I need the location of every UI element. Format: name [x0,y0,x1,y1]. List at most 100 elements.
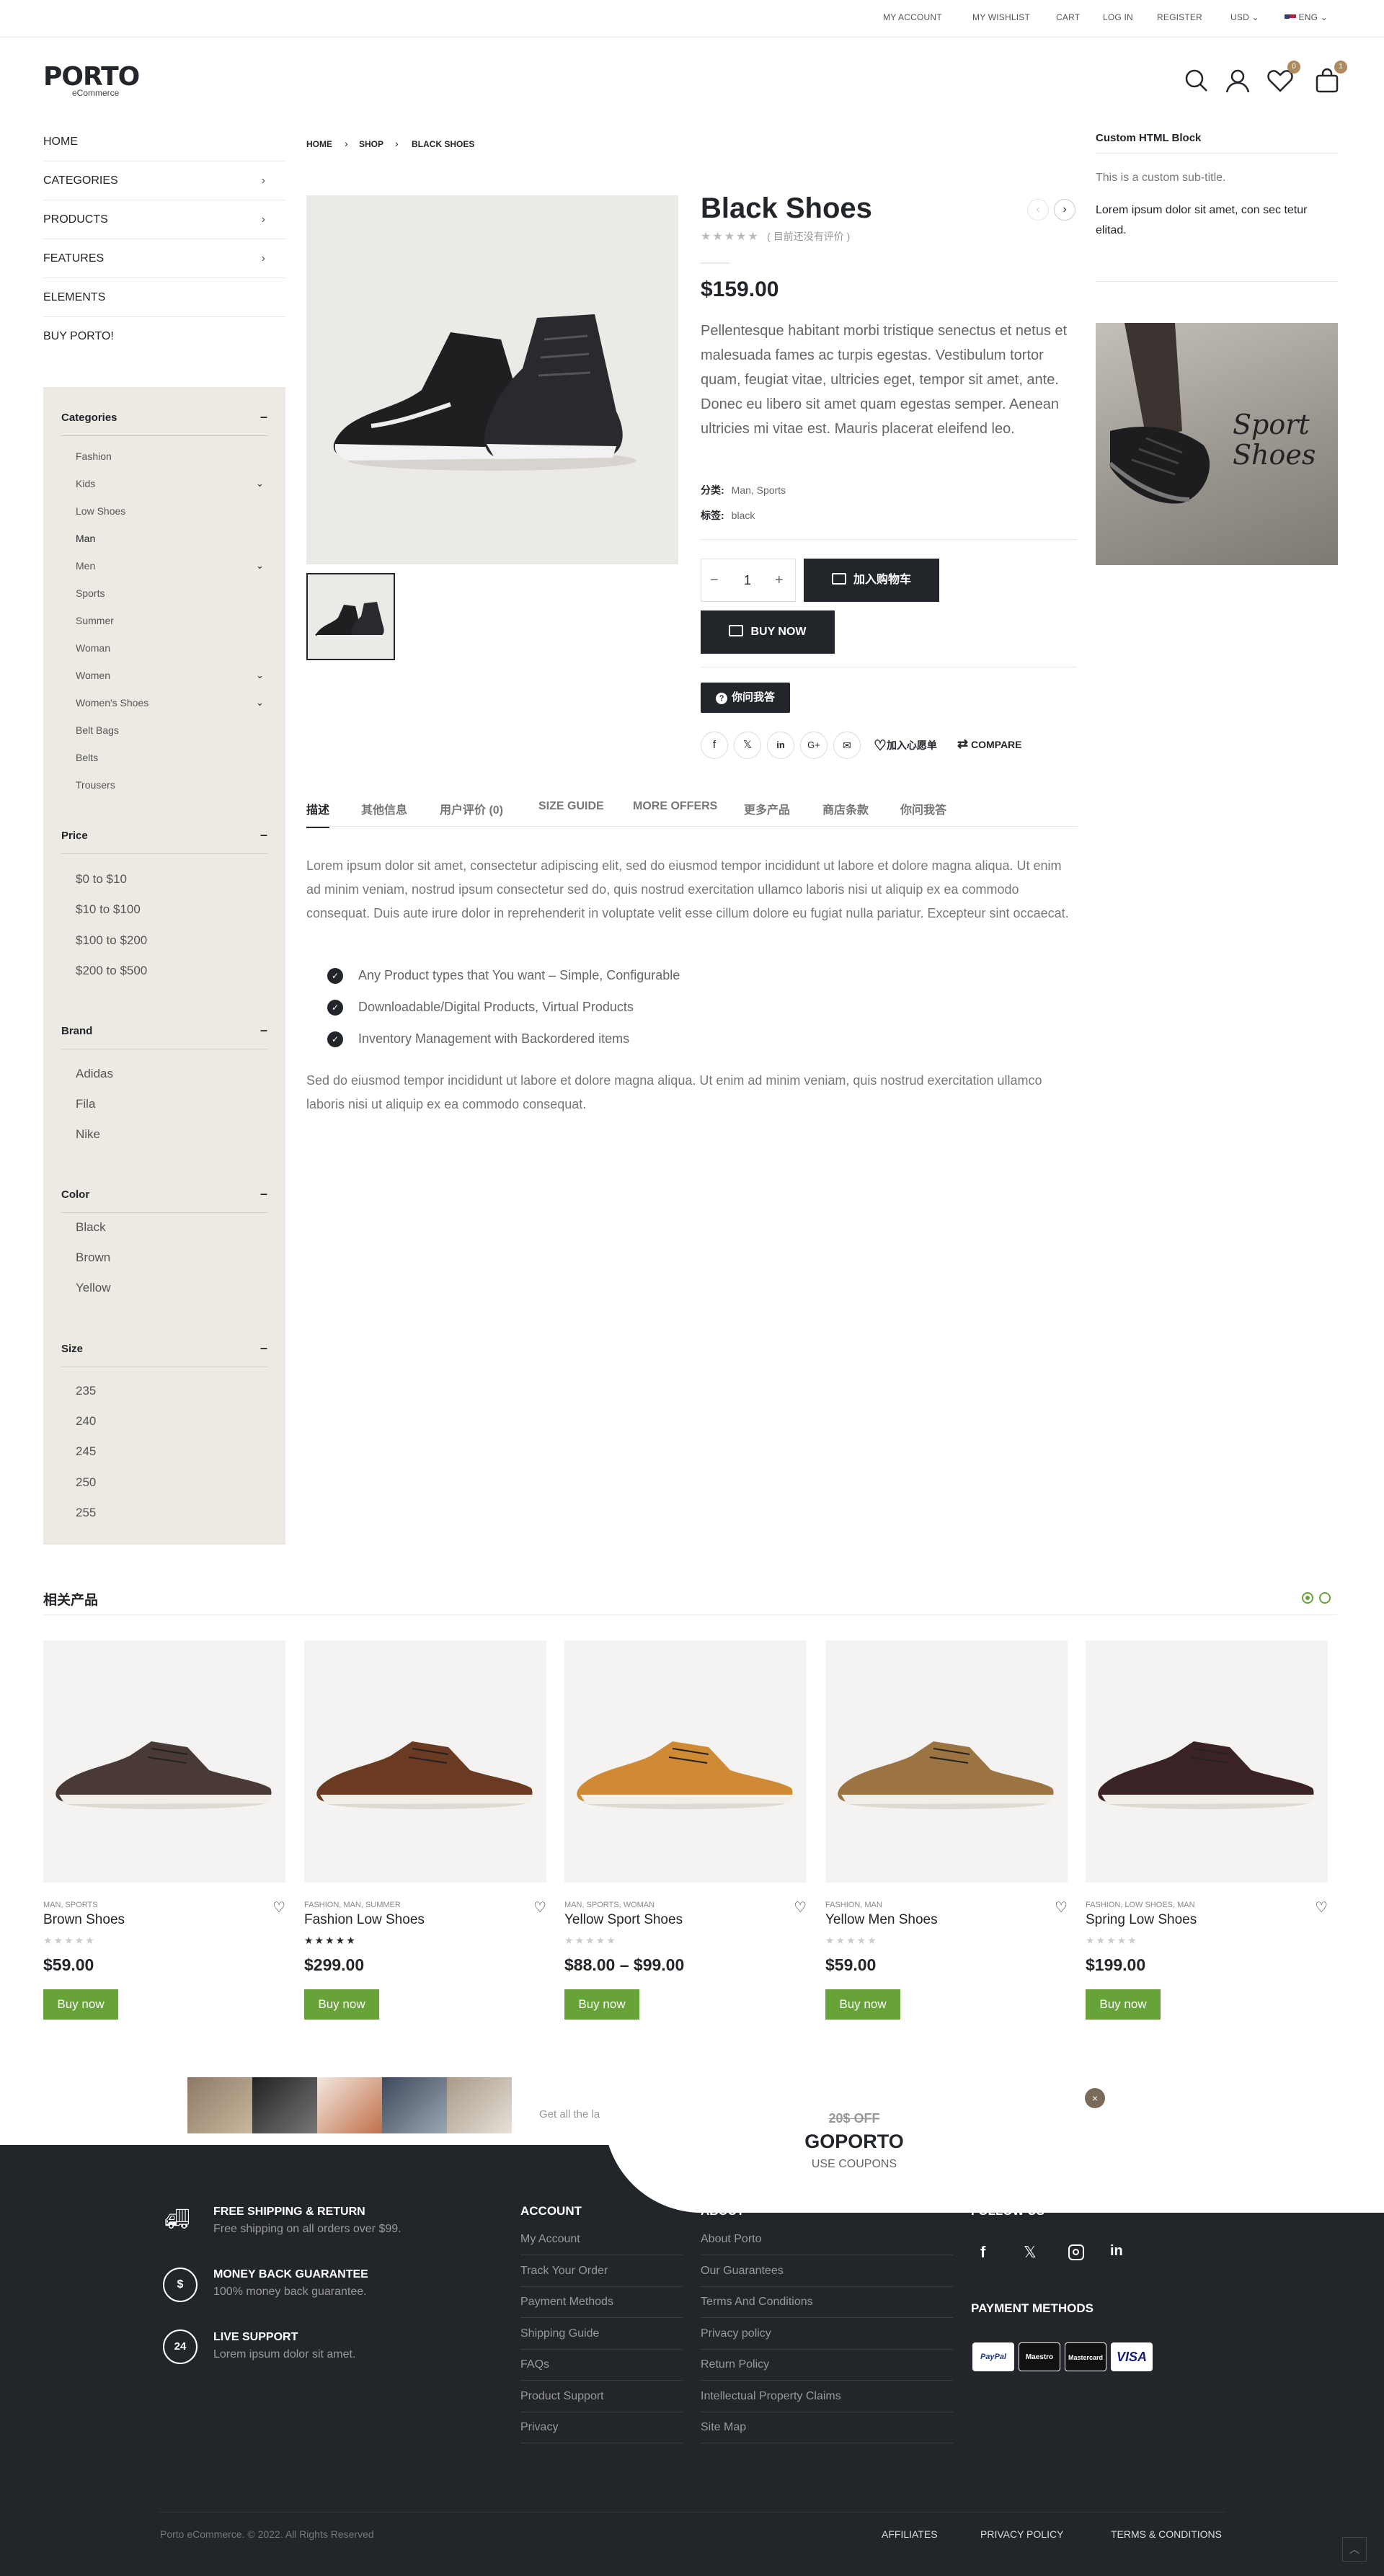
linkedin-icon[interactable]: in [767,732,794,759]
carousel-dot[interactable] [1319,1592,1331,1604]
category-item[interactable]: Woman [76,642,110,654]
product-categories[interactable]: FASHION, MAN [825,1901,882,1909]
brand-option[interactable]: Adidas [76,1067,113,1081]
buy-now-button[interactable]: Buy now [43,1989,118,2020]
search-icon[interactable] [1182,66,1211,95]
footer-link[interactable]: About Porto [701,2233,953,2255]
footer-link[interactable]: My Account [520,2233,683,2255]
category-item[interactable]: Men ⌄ [76,560,264,572]
brand-filter-header[interactable]: Brand – [61,1023,267,1049]
product-image[interactable] [43,1640,285,1883]
carousel-dot-active[interactable] [1302,1592,1313,1604]
terms-link[interactable]: TERMS & CONDITIONS [1111,2528,1222,2540]
category-item[interactable]: Belts [76,752,98,763]
category-item[interactable]: Man [76,533,95,544]
footer-link[interactable]: Shipping Guide [520,2327,683,2350]
collapse-icon[interactable]: – [260,1341,267,1354]
category-item[interactable]: Belt Bags [76,724,119,736]
nav-item-features[interactable]: FEATURES › [43,239,285,278]
user-icon[interactable] [1223,66,1252,95]
product-image[interactable] [564,1640,807,1883]
cart-link[interactable]: CART [1056,12,1080,22]
category-item[interactable]: Fashion [76,450,112,462]
instagram-icon[interactable] [1068,2244,1084,2260]
language-select[interactable]: ENG ⌄ [1285,12,1328,22]
nav-item-elements[interactable]: ELEMENTS [43,278,285,317]
my-wishlist-link[interactable]: MY WISHLIST [972,12,1030,22]
product-name[interactable]: Spring Low Shoes [1086,1912,1197,1928]
product-categories[interactable]: FASHION, MAN, SUMMER [304,1901,401,1909]
compare-link[interactable]: ⇄ COMPARE [957,737,1022,752]
ask-question-button[interactable]: ? 你问我答 [701,683,790,713]
nav-item-categories[interactable]: CATEGORIES › [43,161,285,200]
product-thumbnail[interactable] [306,573,395,660]
close-icon[interactable]: × [1085,2088,1105,2108]
review-count-link[interactable]: ( 目前还没有评价 ) [767,231,850,242]
category-item[interactable]: Sports [76,587,105,599]
footer-link[interactable]: Site Map [701,2421,953,2443]
brand-option[interactable]: Nike [76,1127,100,1142]
nav-item-products[interactable]: PRODUCTS › [43,200,285,239]
my-account-link[interactable]: MY ACCOUNT [883,12,942,22]
footer-link[interactable]: Our Guarantees [701,2265,953,2287]
footer-link[interactable]: Privacy policy [701,2327,953,2350]
linkedin-icon[interactable]: in [1110,2243,1123,2260]
logo[interactable]: PORTO [43,62,140,92]
product-image[interactable] [304,1640,546,1883]
tag-link[interactable]: black [732,510,755,521]
tab-reviews[interactable]: 用户评价 (0) [440,800,503,817]
footer-link[interactable]: Intellectual Property Claims [701,2390,953,2412]
heart-icon[interactable]: ♡ [1055,1898,1068,1917]
tab-size-guide[interactable]: SIZE GUIDE [538,800,604,813]
add-to-wishlist-link[interactable]: ♡加入心愿单 [874,737,937,755]
prev-product-button[interactable]: ‹ [1027,199,1049,221]
category-item[interactable]: Women ⌄ [76,670,264,681]
collapse-icon[interactable]: – [260,1023,267,1036]
size-option[interactable]: 235 [76,1384,96,1398]
category-item[interactable]: Summer [76,615,114,626]
brand-option[interactable]: Fila [76,1097,95,1111]
size-option[interactable]: 240 [76,1414,96,1429]
qty-input[interactable]: 1 [744,573,751,588]
x-twitter-icon[interactable]: 𝕏 [1024,2243,1037,2262]
login-link[interactable]: LOG IN [1103,12,1133,22]
product-card[interactable]: MAN, SPORTS ♡ Brown Shoes ★★★★★ $59.00 Buy no… [43,1640,285,2020]
price-filter-header[interactable]: Price – [61,828,267,854]
buy-now-button[interactable]: BUY NOW [701,610,835,654]
x-twitter-icon[interactable]: 𝕏 [734,732,761,759]
tab-more-products[interactable]: 更多产品 [744,800,790,817]
buy-now-button[interactable]: Buy now [564,1989,639,2020]
affiliates-link[interactable]: AFFILIATES [882,2528,938,2540]
tab-ask-question[interactable]: 你问我答 [900,800,946,817]
footer-link[interactable]: Track Your Order [520,2265,683,2287]
chevron-down-icon[interactable]: ⌄ [256,560,264,572]
footer-link[interactable]: FAQs [520,2358,683,2381]
privacy-policy-link[interactable]: PRIVACY POLICY [980,2528,1063,2540]
product-card[interactable]: FASHION, MAN ♡ Yellow Men Shoes ★★★★★ $59.00… [825,1640,1068,2020]
size-option[interactable]: 245 [76,1444,96,1459]
footer-link[interactable]: Payment Methods [520,2296,683,2318]
scroll-top-button[interactable]: ︿ [1342,2537,1367,2562]
chevron-down-icon[interactable]: ⌄ [256,670,264,681]
nav-item-buy-porto[interactable]: BUY PORTO! [43,317,285,356]
product-name[interactable]: Yellow Sport Shoes [564,1912,683,1928]
footer-link[interactable]: Product Support [520,2390,683,2412]
product-image[interactable] [1086,1640,1328,1883]
product-name[interactable]: Fashion Low Shoes [304,1912,425,1928]
product-categories[interactable]: FASHION, LOW SHOES, MAN [1086,1901,1195,1909]
footer-link[interactable]: Return Policy [701,2358,953,2381]
footer-link[interactable]: Terms And Conditions [701,2296,953,2318]
category-item[interactable]: Kids ⌄ [76,478,264,489]
category-links[interactable]: Man, Sports [732,484,786,496]
product-card[interactable]: FASHION, MAN, SUMMER ♡ Fashion Low Shoes ★★… [304,1640,546,2020]
category-item[interactable]: Women's Shoes ⌄ [76,697,264,709]
google-plus-icon[interactable]: G+ [800,732,828,759]
color-option[interactable]: Brown [76,1251,110,1265]
product-name[interactable]: Yellow Men Shoes [825,1912,938,1928]
color-option[interactable]: Black [76,1220,106,1235]
footer-link[interactable]: Privacy [520,2421,683,2443]
price-option[interactable]: $10 to $100 [76,902,141,917]
color-option[interactable]: Yellow [76,1281,111,1295]
buy-now-button[interactable]: Buy now [1086,1989,1161,2020]
tab-description[interactable]: 描述 [306,800,330,828]
